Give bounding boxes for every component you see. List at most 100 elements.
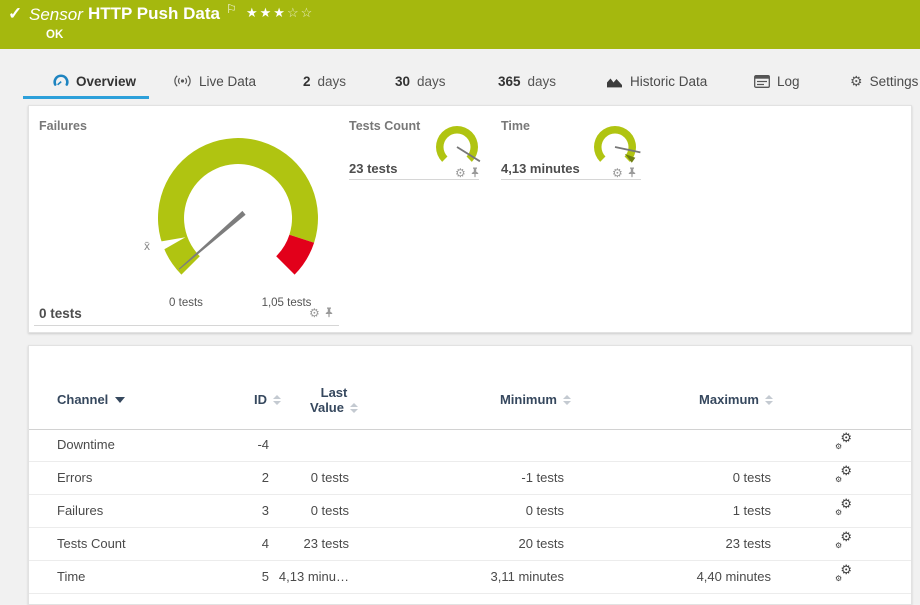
column-header-id[interactable]: ID — [189, 392, 281, 407]
stars-filled: ★★★ — [246, 5, 287, 20]
sort-desc-icon — [115, 397, 125, 403]
channel-name: Failures — [57, 503, 103, 518]
gauge-needle — [179, 211, 246, 270]
tab-unit: days — [417, 74, 446, 89]
tab-overview[interactable]: Overview — [53, 68, 136, 94]
stars-empty: ☆☆ — [287, 5, 314, 20]
gauge-icon — [53, 73, 69, 89]
maximum-value: 4,40 minutes — [641, 569, 771, 584]
gear-icon[interactable]: ⚙ — [455, 168, 466, 178]
column-header-last-value[interactable]: Last Value — [291, 385, 377, 415]
tab-historic-data[interactable]: Historic Data — [606, 68, 707, 94]
tab-30-days[interactable]: 30 days — [395, 68, 446, 94]
pin-icon[interactable] — [627, 167, 637, 178]
gear-icon[interactable]: ⚙ — [309, 308, 320, 318]
sensor-type-label: Sensor — [29, 5, 83, 25]
status-badge: OK — [46, 29, 63, 41]
channel-name: Downtime — [57, 437, 115, 452]
gear-icon[interactable]: ⚙ — [612, 168, 623, 178]
gauge-actions: ⚙ — [612, 167, 637, 178]
sort-icon — [273, 395, 281, 405]
gear-icon: ⚙ — [835, 442, 842, 450]
gauge-actions: ⚙ — [455, 167, 480, 178]
tab-label: Overview — [76, 74, 136, 89]
cell-divider — [349, 179, 479, 180]
minimum-value: 20 tests — [434, 536, 564, 551]
log-icon — [754, 75, 770, 88]
minimum-value: 0 tests — [434, 503, 564, 518]
tab-unit: days — [528, 74, 557, 89]
table-row[interactable]: Time 5 4,13 minu… 3,11 minutes 4,40 minu… — [29, 560, 911, 594]
table-row[interactable]: Failures 3 0 tests 0 tests 1 tests ⚙⚙ — [29, 494, 911, 528]
channel-settings-icon[interactable]: ⚙⚙ — [835, 565, 852, 580]
last-value: 0 tests — [229, 470, 349, 485]
channel-settings-icon[interactable]: ⚙⚙ — [835, 499, 852, 514]
sensor-name: HTTP Push Data — [88, 4, 220, 24]
last-value: 0 tests — [229, 503, 349, 518]
gauge-scale-min: 0 tests — [156, 297, 216, 309]
table-row[interactable]: Tests Count 4 23 tests 20 tests 23 tests… — [29, 527, 911, 561]
column-label: Channel — [57, 392, 108, 407]
gear-icon: ⚙ — [835, 508, 842, 516]
channel-name: Errors — [57, 470, 92, 485]
gear-icon: ⚙ — [835, 574, 842, 582]
gear-icon: ⚙ — [835, 541, 842, 549]
active-tab-underline — [23, 96, 149, 99]
last-value: 4,13 minu… — [229, 569, 349, 584]
column-header-maximum[interactable]: Maximum — [638, 392, 773, 407]
maximum-value: 23 tests — [641, 536, 771, 551]
gear-icon: ⚙ — [850, 74, 863, 88]
status-check-icon: ✓ — [8, 4, 22, 24]
cell-divider — [501, 179, 641, 180]
sensor-title-bar: ✓ Sensor HTTP Push Data ⚐ ★★★☆☆ OK — [0, 0, 920, 49]
pin-icon[interactable] — [470, 167, 480, 178]
gauges-panel: Failures x̄ 0 tests 1,05 tests 0 tests ⚙… — [28, 105, 912, 333]
time-gauge — [590, 121, 646, 171]
last-value: 23 tests — [229, 536, 349, 551]
tests-count-current-value: 23 tests — [349, 161, 397, 176]
tab-365-days[interactable]: 365 days — [498, 68, 556, 94]
column-header-minimum[interactable]: Minimum — [436, 392, 571, 407]
sort-icon — [350, 403, 358, 413]
tab-unit: days — [318, 74, 347, 89]
column-label: Last — [291, 385, 377, 400]
tab-number: 30 — [395, 74, 410, 89]
gauge-title-failures: Failures — [39, 119, 87, 133]
tab-settings[interactable]: ⚙ Settings — [850, 68, 918, 94]
tab-bar: Overview Live Data 2 days 30 days 365 da… — [0, 62, 920, 100]
channel-id: -4 — [179, 437, 269, 452]
maximum-value: 0 tests — [641, 470, 771, 485]
minimum-value: 3,11 minutes — [434, 569, 564, 584]
cell-divider — [34, 325, 339, 326]
channels-table-panel: Channel ID Last Value Minimum Maximum Do… — [28, 345, 912, 605]
table-row[interactable]: Downtime -4 ⚙⚙ — [29, 428, 911, 462]
column-label: ID — [254, 392, 267, 407]
column-header-channel[interactable]: Channel — [57, 392, 125, 407]
tab-2-days[interactable]: 2 days — [303, 68, 346, 94]
sort-icon — [563, 395, 571, 405]
gauge-title-time: Time — [501, 119, 530, 133]
tab-live-data[interactable]: Live Data — [173, 68, 256, 94]
sort-icon — [765, 395, 773, 405]
failures-current-value: 0 tests — [39, 306, 82, 321]
tab-log[interactable]: Log — [754, 68, 800, 94]
flag-icon[interactable]: ⚐ — [226, 2, 237, 16]
tab-number: 2 — [303, 74, 311, 89]
column-label: Maximum — [699, 392, 759, 407]
gauge-title-tests-count: Tests Count — [349, 119, 420, 133]
maximum-value: 1 tests — [641, 503, 771, 518]
channel-name: Tests Count — [57, 536, 126, 551]
table-row[interactable]: Errors 2 0 tests -1 tests 0 tests ⚙⚙ — [29, 461, 911, 495]
pin-icon[interactable] — [324, 307, 334, 318]
channel-settings-icon[interactable]: ⚙⚙ — [835, 466, 852, 481]
historic-chart-icon — [606, 75, 623, 88]
priority-stars[interactable]: ★★★☆☆ — [246, 5, 314, 21]
minimum-value: -1 tests — [434, 470, 564, 485]
tab-label: Historic Data — [630, 74, 707, 89]
time-current-value: 4,13 minutes — [501, 161, 580, 176]
channel-name: Time — [57, 569, 85, 584]
channel-settings-icon[interactable]: ⚙⚙ — [835, 532, 852, 547]
column-label: Minimum — [500, 392, 557, 407]
live-data-icon — [173, 74, 192, 88]
channel-settings-icon[interactable]: ⚙⚙ — [835, 433, 852, 448]
